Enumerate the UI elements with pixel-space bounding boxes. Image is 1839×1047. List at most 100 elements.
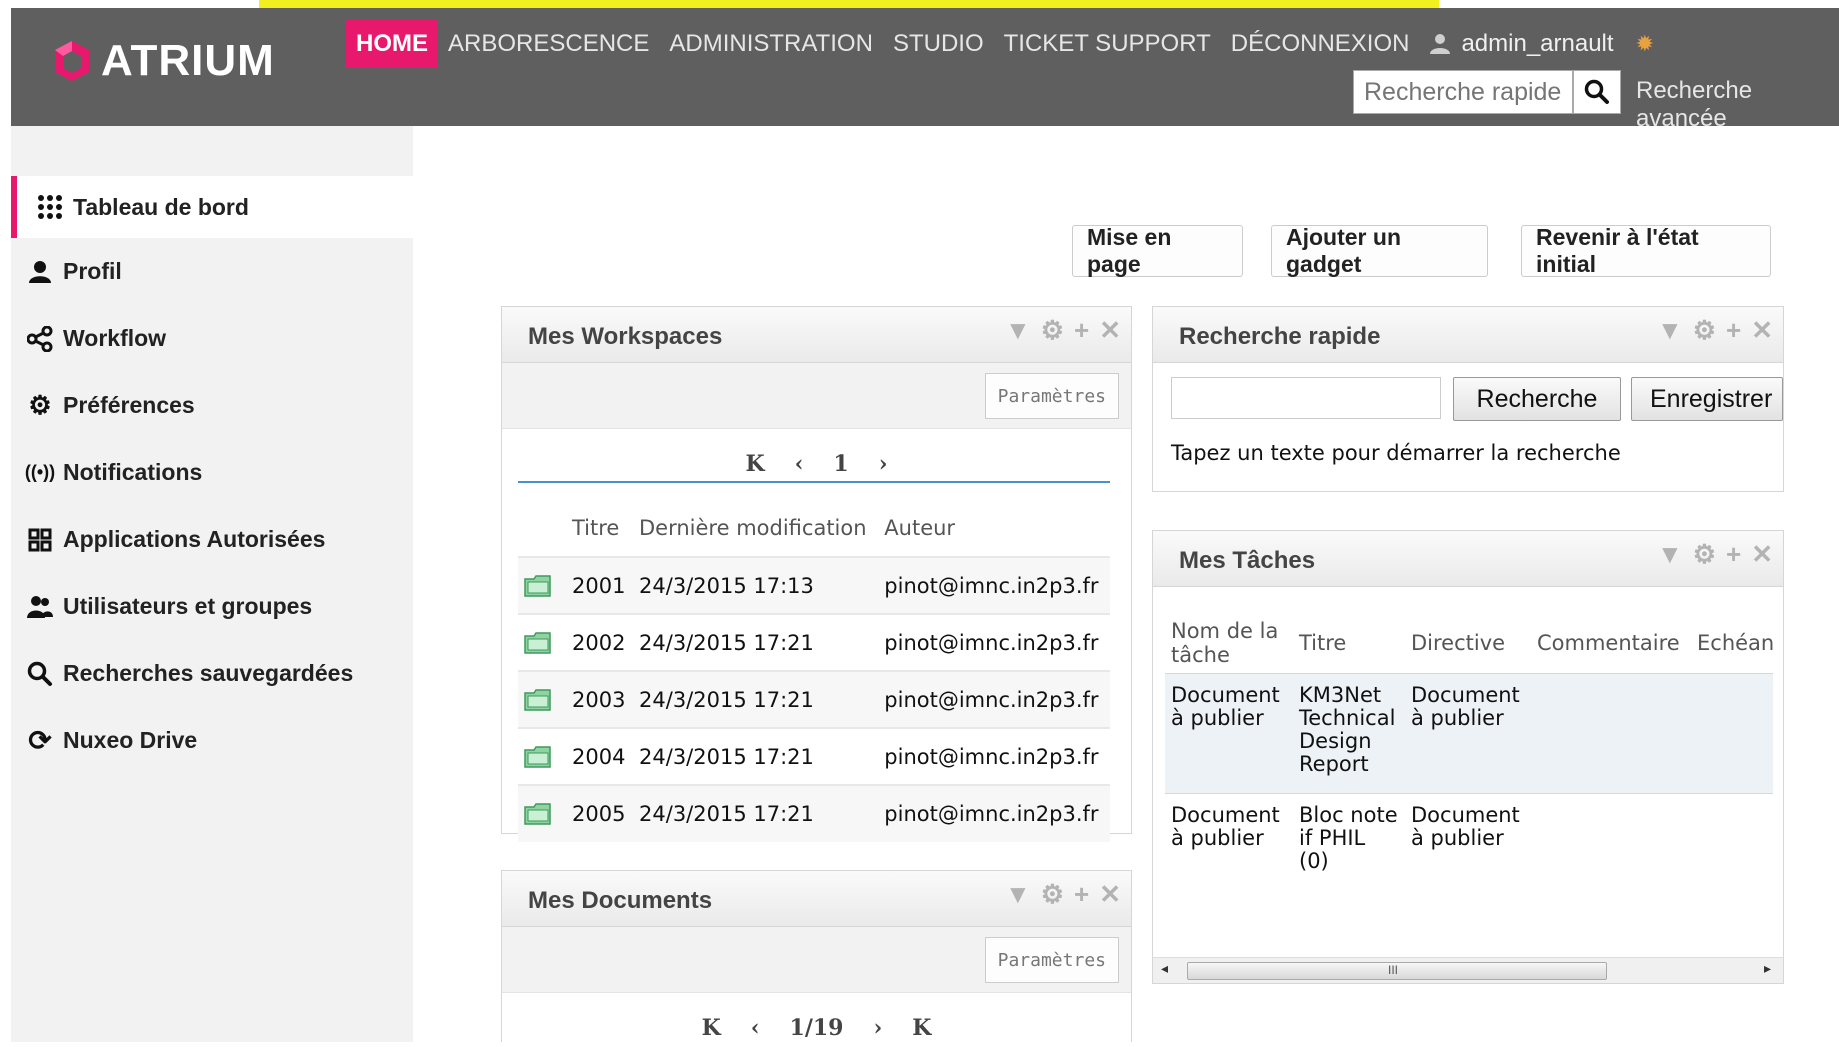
workspace-link[interactable]: 2001 — [566, 556, 634, 614]
layout-button[interactable]: Mise en page — [1072, 224, 1243, 277]
quick-search-field[interactable] — [1171, 377, 1441, 419]
modified-date: 24/3/2015 17:21 — [633, 784, 879, 842]
task-title-link[interactable]: Bloc note if PHIL (0) — [1293, 794, 1405, 912]
add-gadget-button[interactable]: Ajouter un gadget — [1271, 224, 1488, 277]
table-row[interactable]: 2005 24/3/2015 17:21 pinot@imnc.in2p3.fr — [518, 784, 1110, 842]
prev-page-icon[interactable]: ‹ — [795, 451, 804, 477]
sidebar-item-workflow[interactable]: Workflow — [11, 305, 413, 372]
collapse-icon[interactable]: ▼ — [1005, 881, 1031, 907]
share-icon — [25, 324, 55, 354]
search-submit-button[interactable]: Recherche — [1453, 377, 1621, 421]
scroll-left-icon[interactable]: ◂ — [1161, 960, 1168, 977]
sidebar-item-dashboard[interactable]: Tableau de bord — [11, 176, 413, 238]
nav-studio[interactable]: STUDIO — [883, 20, 994, 68]
advanced-search-link[interactable]: Recherche avancée — [1636, 77, 1839, 133]
next-page-icon[interactable]: › — [879, 451, 888, 477]
gadget-title: Mes Documents — [528, 887, 713, 914]
gadget-controls: ▼ ⚙ + ✕ — [1657, 317, 1773, 343]
gear-icon[interactable]: ⚙ — [1041, 317, 1064, 343]
save-search-button[interactable]: Enregistrer — [1631, 377, 1783, 421]
nav-arborescence[interactable]: ARBORESCENCE — [438, 20, 659, 68]
scrollbar-thumb[interactable]: III — [1187, 962, 1607, 980]
close-icon[interactable]: ✕ — [1751, 541, 1773, 567]
flower-icon[interactable]: ✹ — [1636, 30, 1654, 58]
main-nav: HOME ARBORESCENCE ADMINISTRATION STUDIO … — [346, 20, 1664, 68]
nav-administration[interactable]: ADMINISTRATION — [659, 20, 883, 68]
top-accent-line — [259, 0, 1439, 8]
nav-ticket-support[interactable]: TICKET SUPPORT — [994, 20, 1221, 68]
plus-icon[interactable]: + — [1726, 541, 1741, 567]
sidebar-item-preferences[interactable]: ⚙ Préférences — [11, 372, 413, 439]
table-row[interactable]: 2003 24/3/2015 17:21 pinot@imnc.in2p3.fr — [518, 670, 1110, 728]
close-icon[interactable]: ✕ — [1751, 317, 1773, 343]
first-page-icon[interactable]: K — [745, 451, 764, 477]
plus-icon[interactable]: + — [1074, 317, 1089, 343]
workspace-link[interactable]: 2004 — [566, 727, 634, 785]
next-page-icon[interactable]: › — [873, 1015, 882, 1041]
workspace-link[interactable]: 2002 — [566, 613, 634, 671]
plus-icon[interactable]: + — [1726, 317, 1741, 343]
logo[interactable]: ATRIUM — [53, 36, 275, 86]
task-directive: Document à publier — [1405, 673, 1531, 794]
column-header[interactable]: Titre — [566, 499, 633, 557]
gear-icon[interactable]: ⚙ — [1041, 881, 1064, 907]
column-header[interactable]: Directive — [1405, 613, 1531, 674]
collapse-icon[interactable]: ▼ — [1657, 541, 1683, 567]
atrium-logo-icon — [53, 39, 91, 83]
scroll-right-icon[interactable]: ▸ — [1764, 960, 1771, 977]
collapse-icon[interactable]: ▼ — [1657, 317, 1683, 343]
table-row[interactable]: Document à publier KM3Net Technical Desi… — [1165, 673, 1773, 794]
gadget-title: Recherche rapide — [1179, 323, 1381, 350]
sidebar-item-nuxeo-drive[interactable]: ⟳ Nuxeo Drive — [11, 707, 413, 774]
close-icon[interactable]: ✕ — [1099, 881, 1121, 907]
last-page-icon[interactable]: K — [912, 1015, 931, 1041]
task-title-link[interactable]: KM3Net Technical Design Report — [1293, 673, 1405, 794]
sidebar-item-profile[interactable]: Profil — [11, 238, 413, 305]
params-bar: Paramètres — [502, 927, 1131, 993]
sidebar-item-label: Recherches sauvegardées — [63, 660, 354, 686]
collapse-icon[interactable]: ▼ — [1005, 317, 1031, 343]
gadget-title: Mes Workspaces — [528, 323, 723, 350]
gadget-tasks: Mes Tâches ▼ ⚙ + ✕ Nom de la tâche Titre… — [1152, 530, 1784, 984]
task-name: Document à publier — [1165, 673, 1293, 794]
gear-icon[interactable]: ⚙ — [1693, 541, 1716, 567]
prev-page-icon[interactable]: ‹ — [751, 1015, 760, 1041]
author: pinot@imnc.in2p3.fr — [878, 784, 1110, 842]
column-header[interactable]: Echéan — [1691, 613, 1773, 674]
horizontal-scrollbar[interactable]: ◂ III ▸ — [1153, 957, 1783, 983]
folder-icon — [524, 574, 560, 597]
search-button[interactable] — [1573, 70, 1621, 114]
table-row[interactable]: Document à publier Bloc note if PHIL (0)… — [1165, 794, 1773, 912]
workspace-link[interactable]: 2005 — [566, 784, 634, 842]
user-menu[interactable]: admin_arnault ✹ — [1419, 20, 1664, 68]
table-row[interactable]: 2004 24/3/2015 17:21 pinot@imnc.in2p3.fr — [518, 727, 1110, 785]
first-page-icon[interactable]: K — [702, 1015, 721, 1041]
reset-button[interactable]: Revenir à l'état initial — [1521, 224, 1771, 277]
close-icon[interactable]: ✕ — [1099, 317, 1121, 343]
plus-icon[interactable]: + — [1074, 881, 1089, 907]
table-row[interactable]: 2002 24/3/2015 17:21 pinot@imnc.in2p3.fr — [518, 613, 1110, 671]
params-button[interactable]: Paramètres — [984, 937, 1119, 983]
sidebar-item-notifications[interactable]: ((•)) Notifications — [11, 439, 413, 506]
gear-icon[interactable]: ⚙ — [1693, 317, 1716, 343]
sidebar-item-users-groups[interactable]: Utilisateurs et groupes — [11, 573, 413, 640]
params-button[interactable]: Paramètres — [984, 373, 1119, 419]
sidebar-item-saved-searches[interactable]: Recherches sauvegardées — [11, 640, 413, 707]
sidebar-item-label: Nuxeo Drive — [63, 727, 198, 753]
sidebar-item-applications[interactable]: Applications Autorisées — [11, 506, 413, 573]
column-header[interactable]: Dernière modification — [633, 499, 878, 557]
users-icon — [25, 592, 55, 622]
column-header[interactable]: Auteur — [878, 499, 1110, 557]
broadcast-icon: ((•)) — [24, 462, 56, 482]
workspace-link[interactable]: 2003 — [566, 670, 634, 728]
quick-search-input[interactable] — [1353, 70, 1573, 114]
tasks-table-wrap: Nom de la tâche Titre Directive Commenta… — [1165, 613, 1773, 912]
task-name: Document à publier — [1171, 803, 1280, 850]
nav-deconnexion[interactable]: DÉCONNEXION — [1221, 20, 1420, 68]
gadget-quick-search: Recherche rapide ▼ ⚙ + ✕ Recherche Enreg… — [1152, 306, 1784, 492]
table-row[interactable]: 2001 24/3/2015 17:13 pinot@imnc.in2p3.fr — [518, 556, 1110, 614]
column-header[interactable]: Nom de la tâche — [1165, 613, 1293, 674]
nav-home[interactable]: HOME — [346, 20, 438, 68]
column-header[interactable]: Commentaire — [1531, 613, 1691, 674]
column-header[interactable]: Titre — [1293, 613, 1405, 674]
